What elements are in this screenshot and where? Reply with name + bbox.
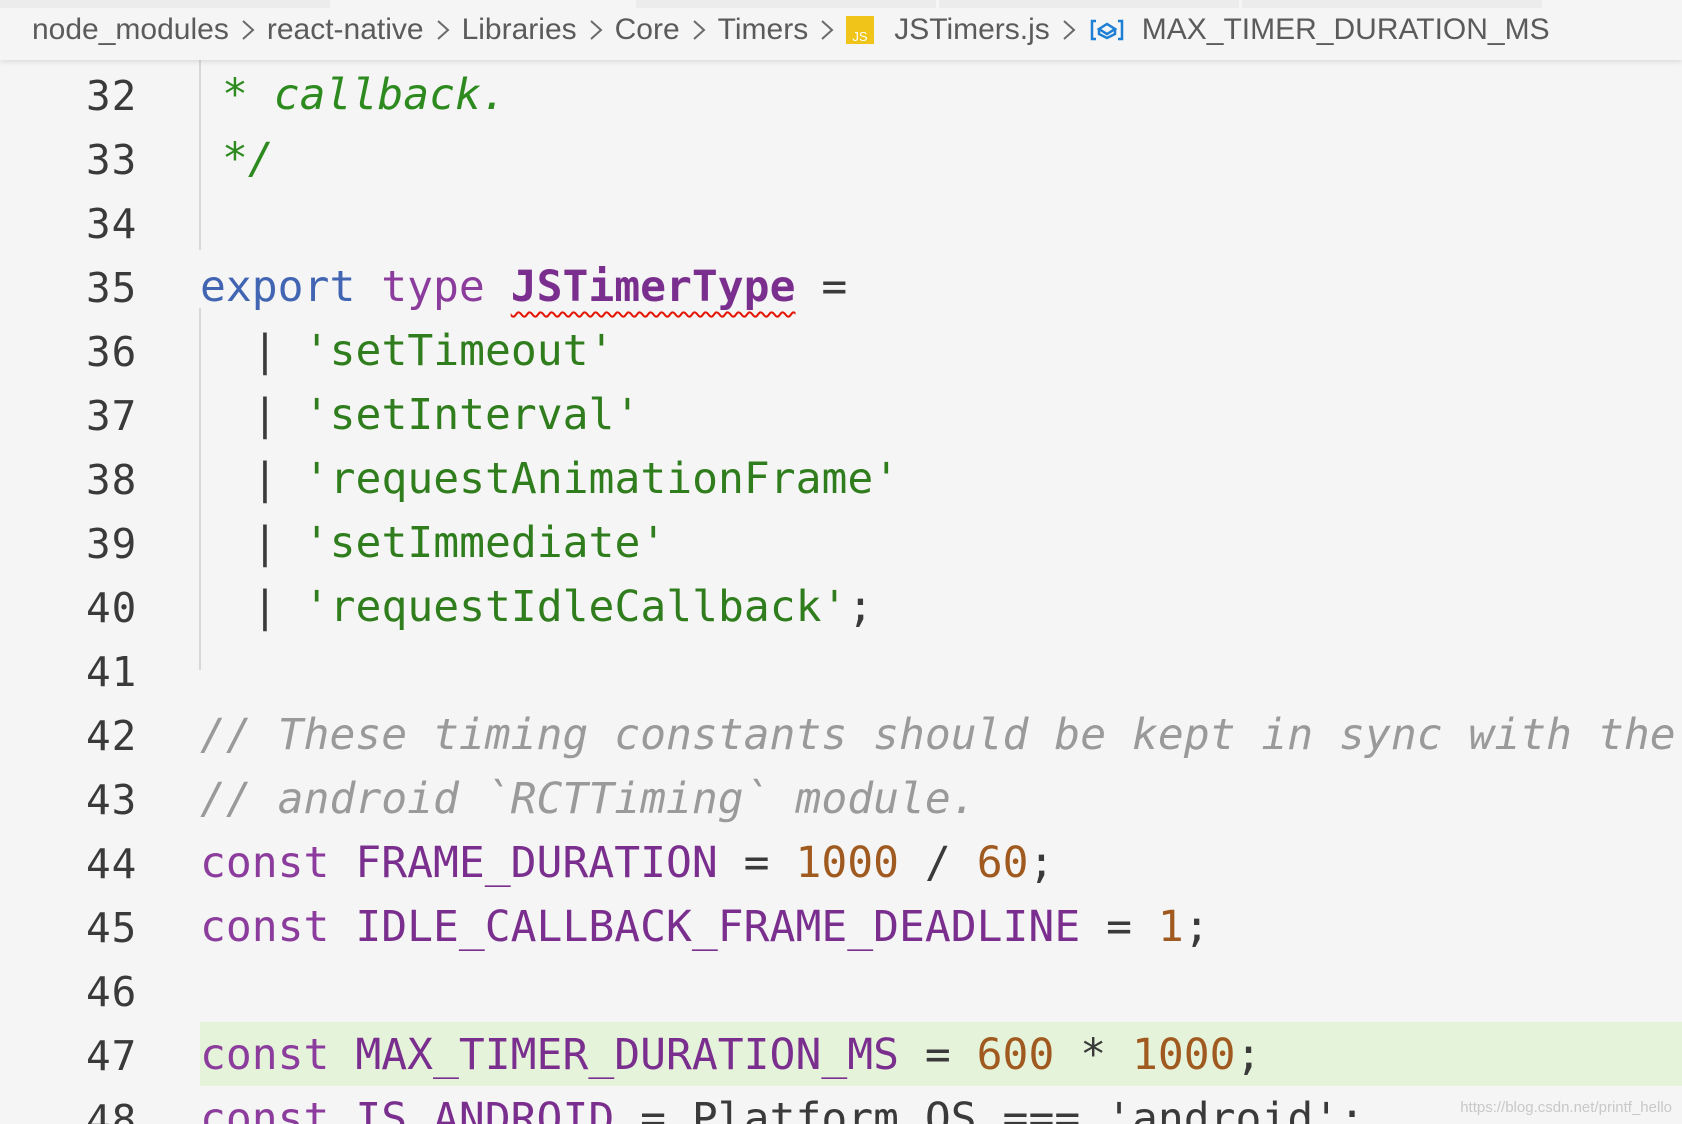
js-file-icon: JS <box>846 16 875 44</box>
line-number: 48 <box>86 1096 138 1124</box>
code-text: const FRAME_DURATION = 1000 / 60; <box>200 838 1055 888</box>
breadcrumb-item-file[interactable]: JSTimers.js <box>894 13 1050 47</box>
line-number: 46 <box>86 968 138 1016</box>
code-line[interactable]: 36 | 'setTimeout' <box>0 318 1682 382</box>
chevron-right-icon <box>1063 20 1076 40</box>
code-line[interactable]: 46 <box>0 958 1682 1022</box>
line-number: 45 <box>86 904 138 952</box>
line-number: 32 <box>86 72 138 120</box>
breadcrumb-bar: node_modules react-native Libraries Core… <box>0 0 1682 60</box>
code-text: const MAX_TIMER_DURATION_MS = 600 * 1000… <box>200 1030 1262 1080</box>
chevron-right-icon <box>821 20 834 40</box>
code-editor[interactable]: 32 * callback. 33 */ 34 35 export type J… <box>0 60 1682 1124</box>
chevron-right-icon <box>693 20 706 40</box>
code-text: | 'setInterval' <box>252 390 641 440</box>
code-line[interactable]: 37 | 'setInterval' <box>0 382 1682 446</box>
line-number: 39 <box>86 520 138 568</box>
code-line[interactable]: 32 * callback. <box>0 62 1682 126</box>
symbol-constant-icon <box>1090 19 1124 41</box>
watermark: https://blog.csdn.net/printf_hello <box>1460 1099 1672 1116</box>
breadcrumb-item-node-modules[interactable]: node_modules <box>32 13 229 47</box>
line-number: 42 <box>86 712 138 760</box>
chevron-right-icon <box>589 20 603 40</box>
code-text: const IDLE_CALLBACK_FRAME_DEADLINE = 1; <box>200 902 1210 952</box>
code-line[interactable]: 42 // These timing constants should be k… <box>0 702 1682 766</box>
code-line[interactable]: 34 <box>0 190 1682 254</box>
line-number: 41 <box>86 648 138 696</box>
chevron-right-icon <box>242 20 255 40</box>
code-line[interactable]: 39 | 'setImmediate' <box>0 510 1682 574</box>
code-line[interactable]: 48 const IS_ANDROID = Platform.OS === 'a… <box>0 1086 1682 1124</box>
code-line[interactable]: 33 */ <box>0 126 1682 190</box>
breadcrumb: node_modules react-native Libraries Core… <box>32 13 1550 47</box>
code-text: */ <box>222 134 274 184</box>
breadcrumb-item-core[interactable]: Core <box>615 13 680 47</box>
line-number: 40 <box>86 584 138 632</box>
code-text: | 'requestAnimationFrame' <box>252 454 900 504</box>
line-number: 33 <box>86 136 138 184</box>
code-line[interactable]: 44 const FRAME_DURATION = 1000 / 60; <box>0 830 1682 894</box>
code-line[interactable]: 35 export type JSTimerType = <box>0 254 1682 318</box>
svg-text:JS: JS <box>853 29 869 44</box>
line-number: 43 <box>86 776 138 824</box>
code-line[interactable]: 43 // android `RCTTiming` module. <box>0 766 1682 830</box>
code-text: | 'setTimeout' <box>252 326 615 376</box>
breadcrumb-item-libraries[interactable]: Libraries <box>462 13 577 47</box>
code-line[interactable]: 40 | 'requestIdleCallback'; <box>0 574 1682 638</box>
breadcrumb-item-react-native[interactable]: react-native <box>267 13 424 47</box>
code-line[interactable]: 41 <box>0 638 1682 702</box>
type-name-with-error: JSTimerType <box>510 262 796 312</box>
line-number: 44 <box>86 840 138 888</box>
breadcrumb-item-symbol[interactable]: MAX_TIMER_DURATION_MS <box>1142 13 1550 47</box>
line-number: 37 <box>86 392 138 440</box>
line-number: 35 <box>86 264 138 312</box>
line-number: 34 <box>86 200 138 248</box>
chevron-right-icon <box>436 20 450 40</box>
line-number: 38 <box>86 456 138 504</box>
code-comment: // These timing constants should be kept… <box>200 710 1676 760</box>
line-number: 47 <box>86 1032 138 1080</box>
breadcrumb-item-timers[interactable]: Timers <box>718 13 809 47</box>
code-text: const IS_ANDROID = Platform.OS === 'andr… <box>200 1094 1365 1124</box>
code-text: export type JSTimerType = <box>200 262 848 312</box>
code-text: * callback. <box>222 70 507 120</box>
code-line[interactable]: 38 | 'requestAnimationFrame' <box>0 446 1682 510</box>
code-text: | 'setImmediate' <box>252 518 667 568</box>
tab-strip-edge <box>0 0 1682 8</box>
code-text: | 'requestIdleCallback'; <box>252 582 874 632</box>
code-line-current[interactable]: 47 const MAX_TIMER_DURATION_MS = 600 * 1… <box>0 1022 1682 1086</box>
code-line[interactable]: 45 const IDLE_CALLBACK_FRAME_DEADLINE = … <box>0 894 1682 958</box>
code-comment: // android `RCTTiming` module. <box>200 774 977 824</box>
line-number: 36 <box>86 328 138 376</box>
